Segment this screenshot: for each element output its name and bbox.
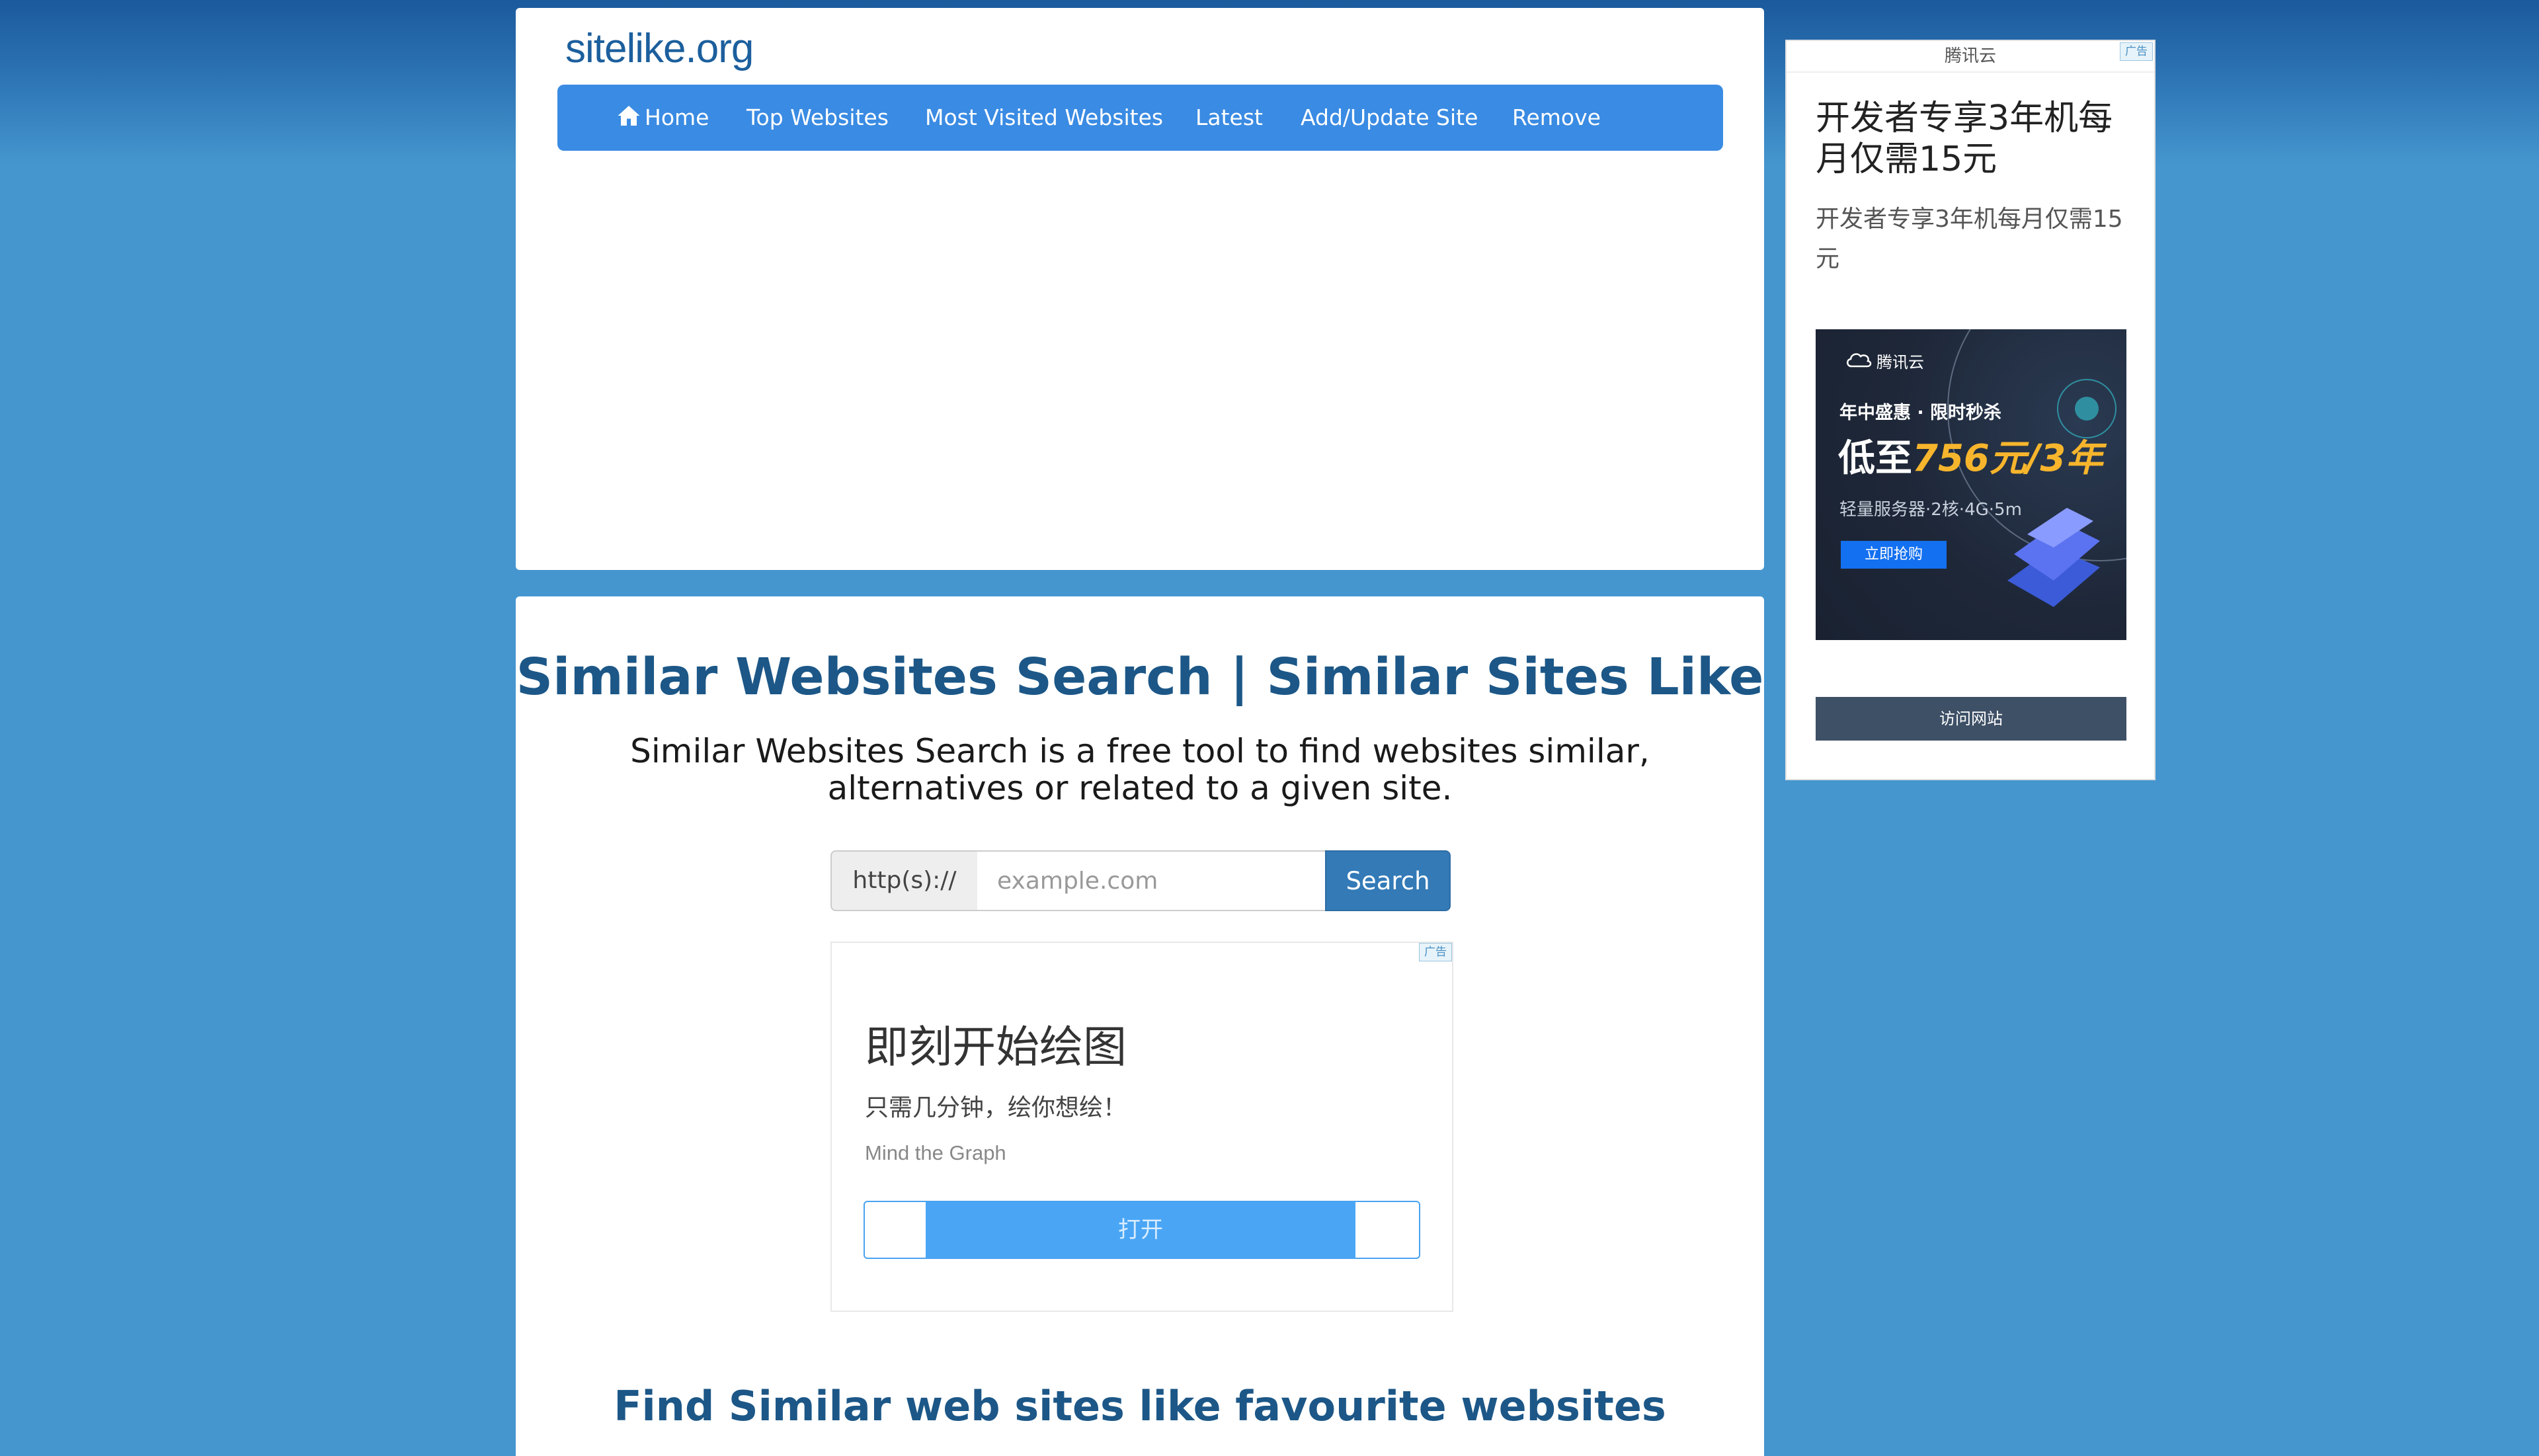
- nav-item-top-websites[interactable]: Top Websites: [746, 85, 889, 151]
- ad-subtitle: 只需几分钟，绘你想绘！: [865, 1094, 1127, 1121]
- ad-open-button-label: 打开: [926, 1202, 1355, 1258]
- ad-badge[interactable]: 广告: [1419, 943, 1452, 961]
- ad-header: 腾讯云: [1787, 41, 2154, 73]
- ad-title[interactable]: 即刻开始绘图: [865, 1012, 1127, 1075]
- section-heading: Find Similar web sites like favourite we…: [614, 1382, 1666, 1430]
- banner-price-highlight: 756元/3年: [1912, 437, 2103, 480]
- nav-item-latest[interactable]: Latest: [1195, 85, 1263, 151]
- ad-badge[interactable]: 广告: [2120, 42, 2153, 61]
- banner-spec: 轻量服务器·2核·4G·5m: [1839, 500, 2022, 520]
- search-input[interactable]: [977, 850, 1365, 911]
- visit-site-button[interactable]: 访问网站: [1816, 697, 2126, 741]
- ad-description: 开发者专享3年机每月仅需15元: [1816, 206, 2123, 272]
- ad-open-button[interactable]: 打开: [864, 1201, 1420, 1259]
- nav-item-home[interactable]: Home: [617, 85, 709, 151]
- site-logo[interactable]: sitelike.org: [565, 25, 754, 72]
- main-navigation: Home Top Websites Most Visited Websites …: [557, 85, 1723, 151]
- inline-advertisement[interactable]: 广告 即刻开始绘图 只需几分钟，绘你想绘！ Mind the Graph 打开: [830, 942, 1453, 1312]
- nav-item-remove[interactable]: Remove: [1512, 85, 1601, 151]
- banner-brand: 腾讯云: [1876, 353, 1924, 372]
- page-description: Similar Websites Search is a free tool t…: [630, 732, 1650, 807]
- banner-buy-button[interactable]: 立即抢购: [1841, 541, 1947, 569]
- sidebar-advertisement[interactable]: 腾讯云 广告 开发者专享3年机每月仅需15元 开发者专享3年机每月仅需15元 腾…: [1785, 40, 2156, 780]
- nav-item-most-visited-websites[interactable]: Most Visited Websites: [925, 85, 1163, 151]
- cloud-icon: [1847, 353, 1872, 368]
- url-prefix-addon: http(s)://: [830, 850, 979, 911]
- nav-item-add-update-site[interactable]: Add/Update Site: [1301, 85, 1478, 151]
- ad-title[interactable]: 开发者专享3年机每月仅需15元: [1816, 98, 2133, 180]
- banner-headline: 年中盛惠 · 限时秒杀: [1839, 403, 2002, 423]
- banner-price: 低至756元/3年: [1838, 428, 2103, 482]
- home-icon: [618, 106, 640, 126]
- banner-decoration: [1947, 329, 2126, 607]
- page-title: Similar Websites Search | Similar Sites …: [516, 648, 1764, 707]
- banner-price-prefix: 低至: [1838, 437, 1912, 480]
- ad-banner-image[interactable]: 腾讯云 年中盛惠 · 限时秒杀 低至756元/3年 轻量服务器·2核·4G·5m…: [1816, 329, 2126, 640]
- ad-brand: Mind the Graph: [865, 1141, 1006, 1164]
- search-button[interactable]: Search: [1325, 850, 1451, 911]
- nav-item-label: Home: [645, 104, 709, 130]
